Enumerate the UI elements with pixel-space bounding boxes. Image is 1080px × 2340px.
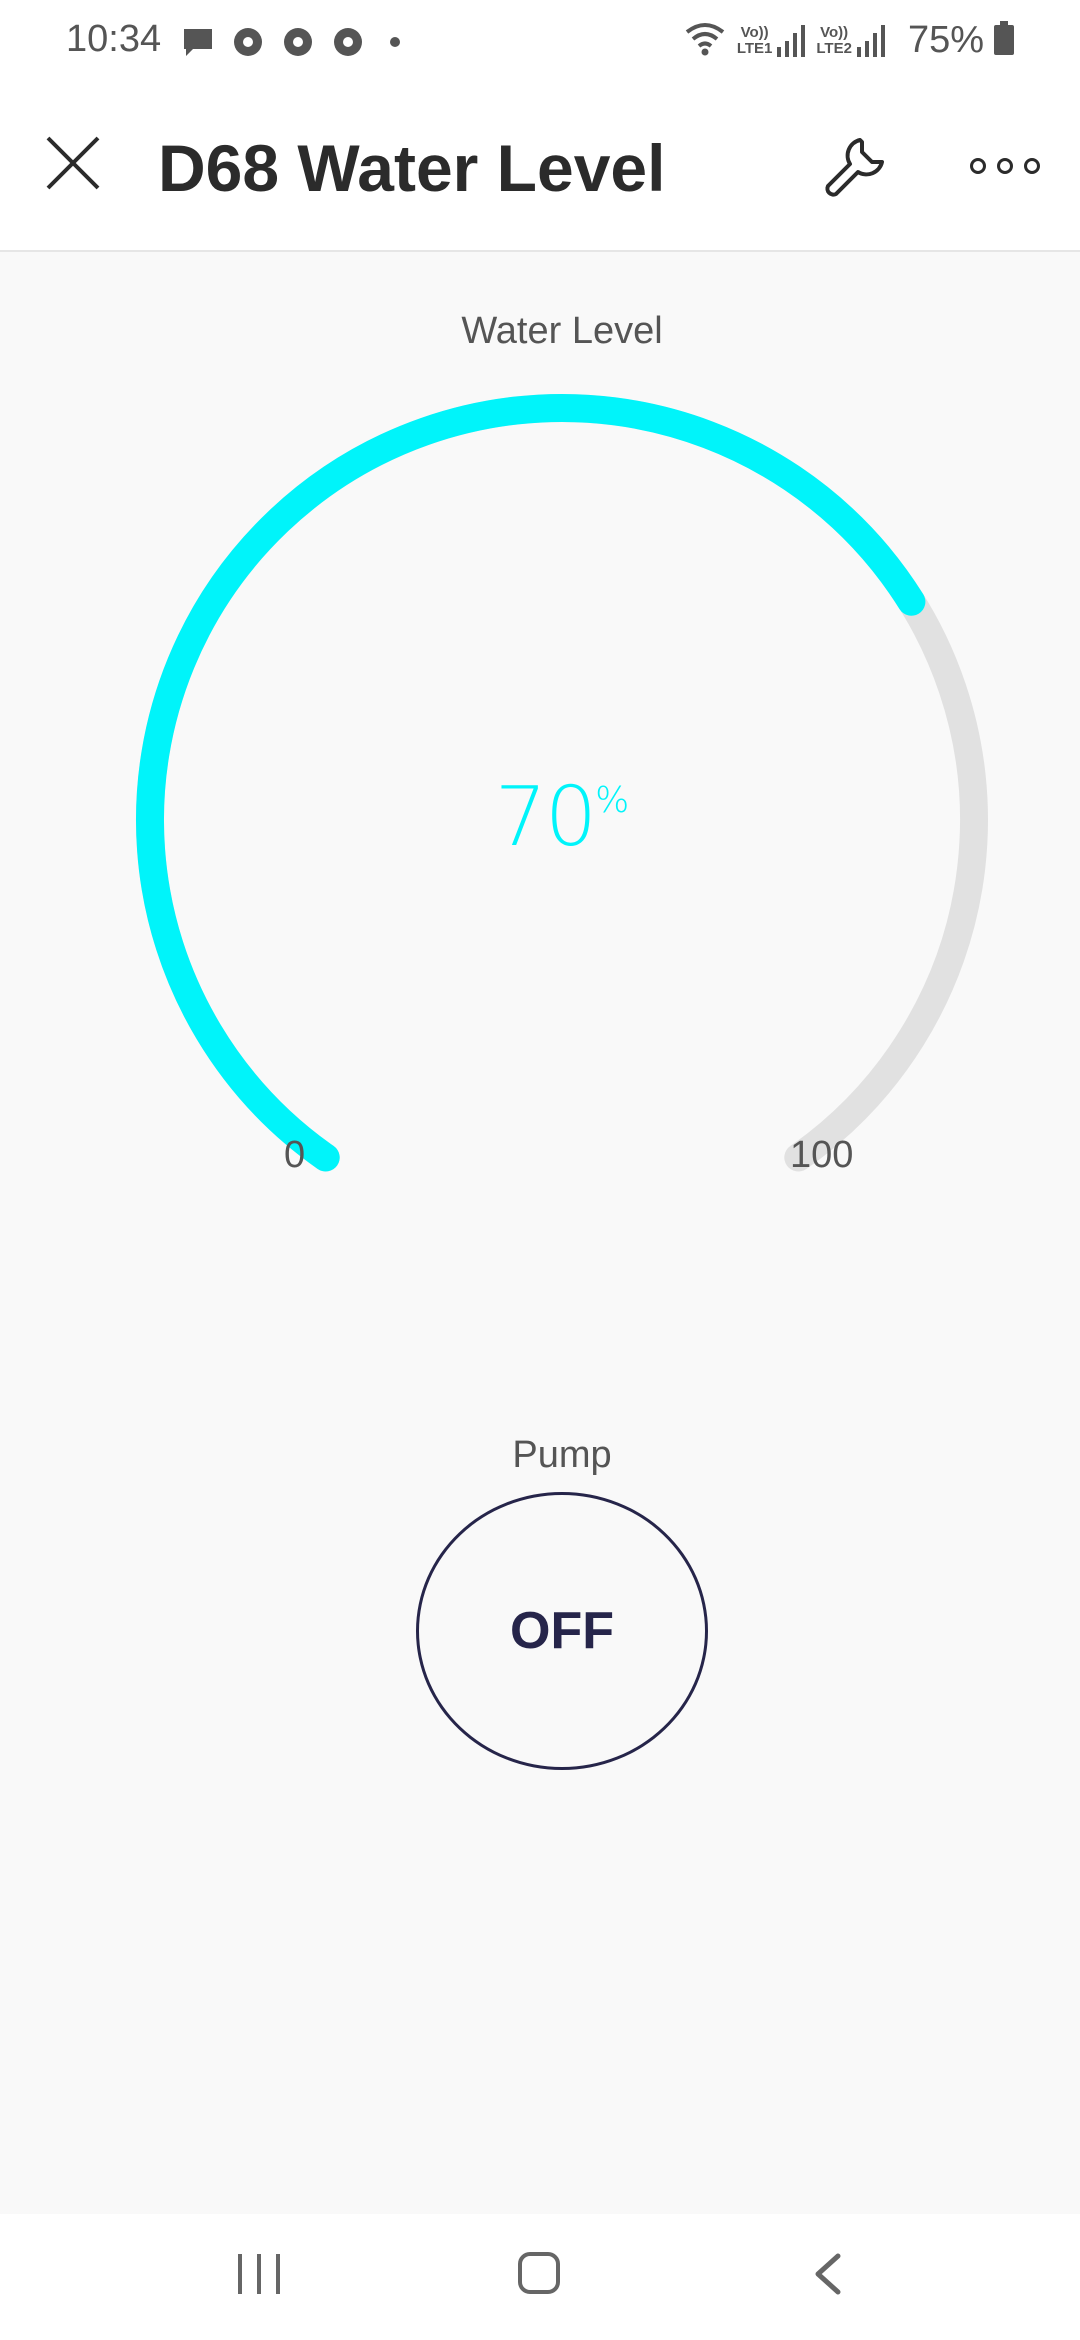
recents-button[interactable] [238, 2254, 280, 2294]
screen: 10:34 Vo)) LTE1 Vo)) LTE2 75% D68 Water … [0, 0, 1080, 2340]
gauge-value: 70% [0, 770, 1080, 865]
gauge-max-label: 100 [790, 1134, 854, 1176]
recents-icon [238, 2254, 242, 2294]
system-nav-bar [0, 2214, 1080, 2340]
back-icon [815, 2253, 841, 2295]
pump-toggle-button[interactable]: OFF [416, 1492, 708, 1770]
gauge-value-number: 70 [494, 770, 597, 865]
water-level-gauge [136, 393, 988, 1172]
back-button[interactable] [808, 2252, 848, 2296]
gauge-min-label: 0 [284, 1134, 306, 1176]
home-button[interactable] [518, 2252, 560, 2294]
pump-label: Pump [512, 1434, 612, 1476]
gauge-value-unit: % [595, 780, 630, 821]
